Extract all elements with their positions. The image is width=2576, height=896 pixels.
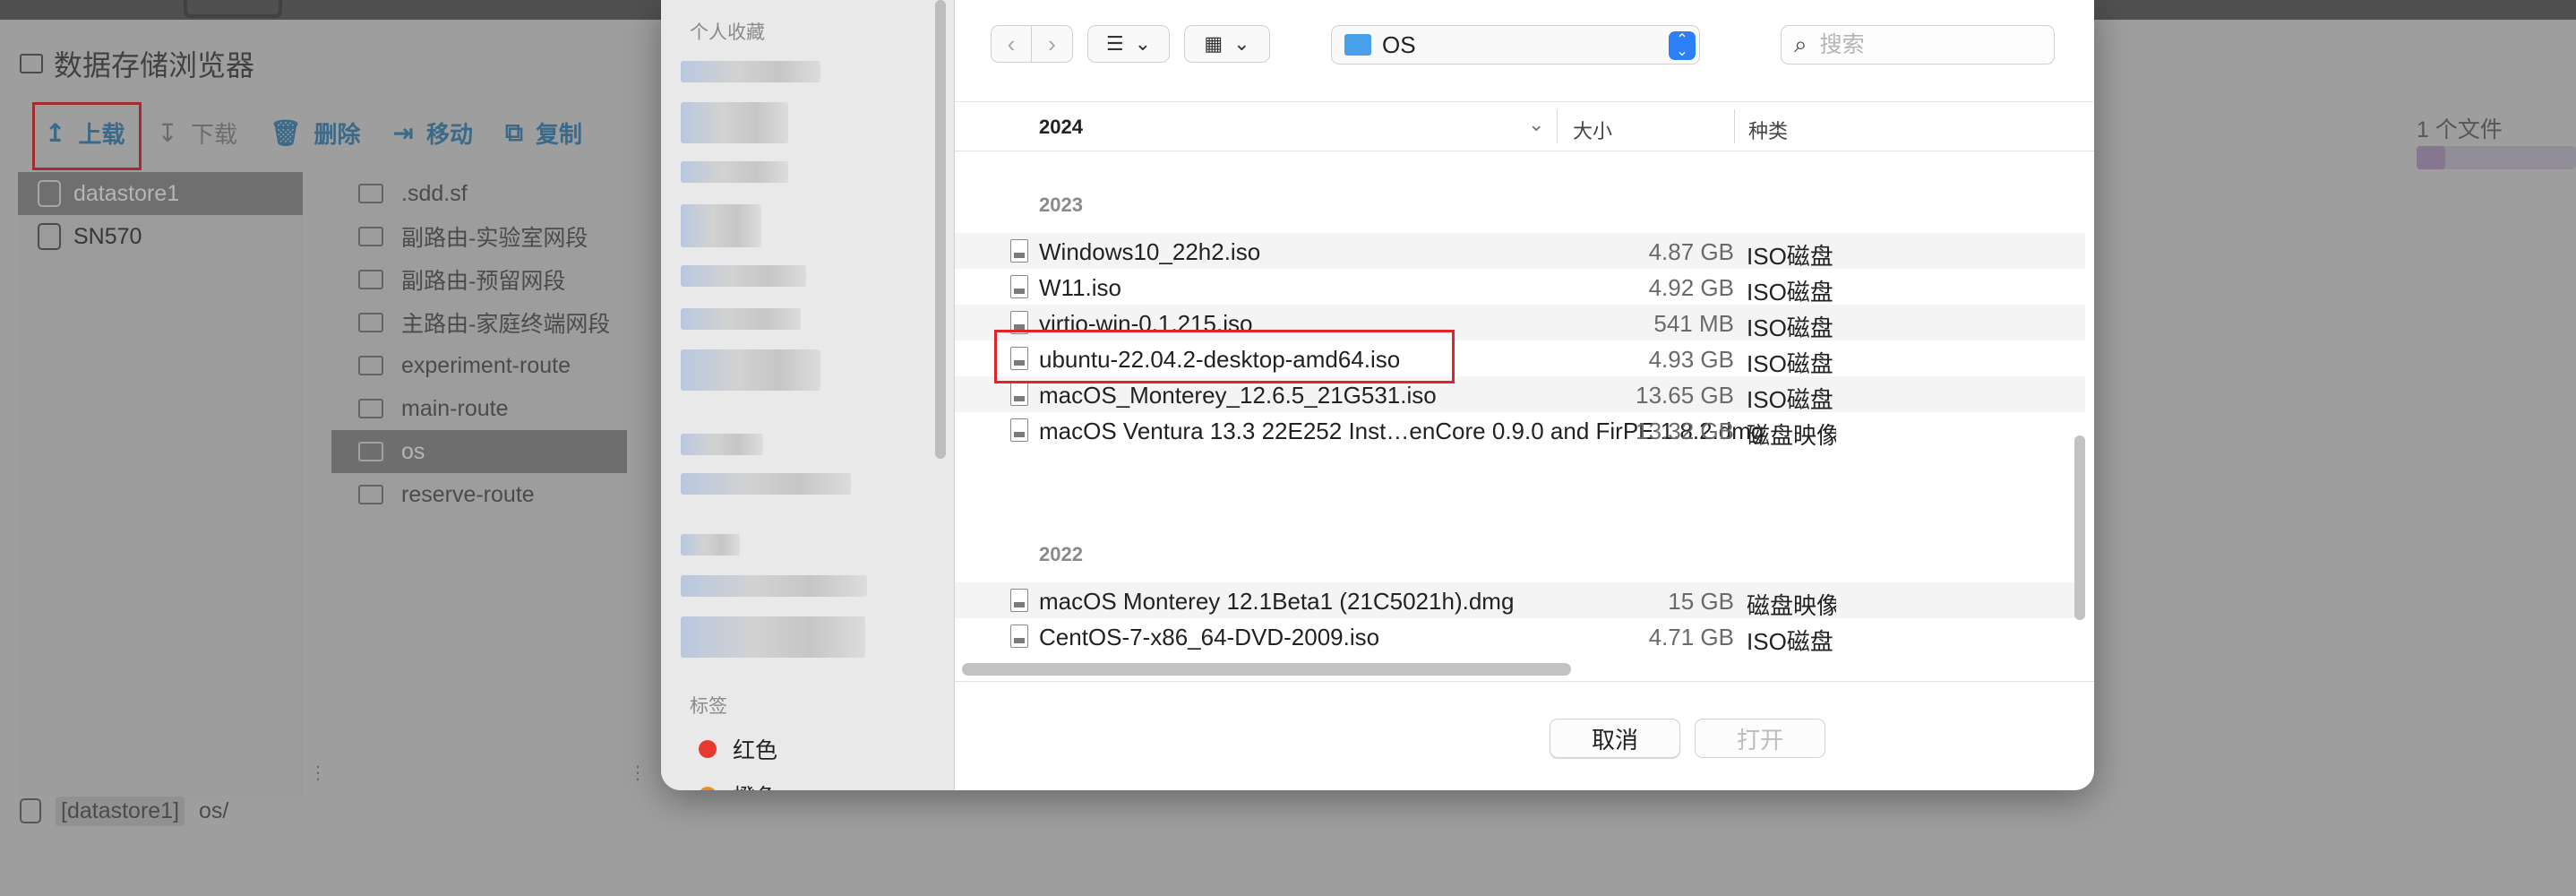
- location-popup[interactable]: OS ⌃ ⌄: [1331, 25, 1700, 65]
- search-input[interactable]: [1819, 31, 2017, 58]
- document-icon: [1010, 418, 1028, 442]
- file-kind: ISO磁盘: [1747, 386, 1833, 413]
- sidebar-item-blurred[interactable]: [681, 265, 806, 287]
- chevron-left-icon: ‹: [1007, 30, 1016, 57]
- file-row[interactable]: W11.iso 4.92 GB ISO磁盘: [955, 269, 2085, 306]
- document-icon: [1010, 625, 1028, 648]
- file-size: 4.87 GB: [1648, 238, 1734, 265]
- forward-button[interactable]: ›: [1032, 25, 1073, 63]
- navigation-buttons: ‹ ›: [991, 25, 1073, 63]
- column-size-header[interactable]: 大小: [1573, 116, 1612, 144]
- grid-icon: ▦: [1204, 32, 1224, 55]
- file-size: 13.32 GB: [1636, 418, 1734, 444]
- file-row[interactable]: CentOS-7-x86_64-DVD-2009.iso 4.71 GB ISO磁盘: [955, 618, 2085, 655]
- document-icon: [1010, 589, 1028, 612]
- file-kind: 磁盘映像: [1747, 592, 1836, 619]
- tags-header: 标签: [690, 696, 727, 717]
- back-button[interactable]: ‹: [991, 25, 1032, 63]
- tag-label: 红色: [733, 738, 778, 763]
- file-name: macOS Monterey 12.1Beta1 (21C5021h).dmg: [1039, 588, 1515, 615]
- sidebar-scrollbar[interactable]: [935, 0, 946, 459]
- sidebar-item-blurred[interactable]: [681, 61, 820, 82]
- horizontal-scrollbar[interactable]: [962, 663, 1571, 676]
- sidebar-item-blurred[interactable]: [681, 534, 740, 556]
- column-divider[interactable]: [1557, 109, 1558, 143]
- tag-label: 橙色: [733, 780, 777, 790]
- sidebar-item-blurred[interactable]: [681, 161, 788, 183]
- dialog-footer: 取消 打开: [955, 681, 2094, 790]
- file-row[interactable]: macOS Monterey 12.1Beta1 (21C5021h).dmg 1…: [955, 582, 2085, 619]
- tag-color-dot: [699, 740, 717, 758]
- up-down-chevron-icon: ⌃ ⌄: [1669, 31, 1696, 60]
- sidebar-item-blurred[interactable]: [681, 575, 867, 597]
- location-label: OS: [1382, 30, 1416, 58]
- cancel-button[interactable]: 取消: [1550, 719, 1680, 758]
- file-size: 541 MB: [1653, 310, 1734, 337]
- list-icon: ☰: [1105, 32, 1124, 55]
- sidebar-item-blurred[interactable]: [681, 204, 761, 247]
- column-header: 2024 ⌄ 大小 种类: [955, 101, 2094, 151]
- search-field[interactable]: ⌕: [1781, 25, 2055, 65]
- open-button[interactable]: 打开: [1695, 719, 1825, 758]
- file-kind: ISO磁盘: [1747, 350, 1833, 377]
- column-name-header[interactable]: 2024: [1039, 116, 1083, 139]
- file-kind: ISO磁盘: [1747, 314, 1833, 341]
- document-icon: [1010, 239, 1028, 263]
- column-kind-header[interactable]: 种类: [1748, 116, 1788, 144]
- dialog-main: ‹ › ☰⌄ ▦⌄ OS ⌃⌄ ⌕ 2024 ⌄ 大小 种类 2023Windo…: [955, 0, 2094, 790]
- file-kind: ISO磁盘: [1747, 279, 1833, 306]
- sidebar-item-blurred[interactable]: [681, 308, 801, 330]
- document-icon: [1010, 275, 1028, 298]
- file-name: W11.iso: [1039, 274, 1121, 301]
- group-header: 2023: [1039, 194, 1083, 216]
- favorites-header: 个人收藏: [690, 22, 765, 43]
- tag-color-dot: [699, 787, 717, 790]
- file-row[interactable]: macOS Ventura 13.3 22E252 Inst…enCore 0.…: [955, 412, 2085, 449]
- group-header: 2022: [1039, 543, 1083, 565]
- file-size: 4.93 GB: [1648, 346, 1734, 373]
- file-name: macOS_Monterey_12.6.5_21G531.iso: [1039, 382, 1437, 409]
- sidebar-item-blurred[interactable]: [681, 434, 763, 455]
- file-row[interactable]: Windows10_22h2.iso 4.87 GB ISO磁盘: [955, 233, 2085, 270]
- sidebar-item-blurred[interactable]: [681, 349, 820, 391]
- file-kind: 磁盘映像: [1747, 422, 1836, 449]
- folder-icon: [1344, 34, 1371, 56]
- search-icon: ⌕: [1794, 30, 1807, 57]
- sidebar-item-blurred[interactable]: [681, 473, 851, 495]
- sidebar-item-blurred[interactable]: [681, 616, 865, 658]
- file-open-dialog: 个人收藏 标签 红色橙色 ‹ › ☰⌄ ▦⌄ OS ⌃⌄: [661, 0, 2094, 790]
- vertical-scrollbar[interactable]: [2074, 435, 2085, 620]
- file-size: 4.92 GB: [1648, 274, 1734, 301]
- tag-item[interactable]: 橙色: [699, 780, 777, 790]
- sidebar-item-blurred[interactable]: [681, 102, 788, 143]
- chevron-down-icon: ⌄: [1134, 32, 1152, 55]
- file-size: 13.65 GB: [1636, 382, 1734, 409]
- chevron-down-icon[interactable]: ⌄: [1528, 113, 1544, 136]
- file-size: 15 GB: [1668, 588, 1734, 615]
- file-name: Windows10_22h2.iso: [1039, 238, 1261, 265]
- group-view-button[interactable]: ▦ ⌄: [1184, 25, 1270, 63]
- file-size: 4.71 GB: [1648, 624, 1734, 650]
- file-kind: ISO磁盘: [1747, 243, 1833, 270]
- file-list: 2023 Windows10_22h2.iso 4.87 GB ISO磁盘 W11.is…: [955, 152, 2085, 659]
- column-divider[interactable]: [1734, 109, 1735, 143]
- document-icon: [1010, 383, 1028, 406]
- file-name: CentOS-7-x86_64-DVD-2009.iso: [1039, 624, 1380, 650]
- list-view-button[interactable]: ☰ ⌄: [1087, 25, 1170, 63]
- file-kind: ISO磁盘: [1747, 628, 1833, 655]
- dialog-sidebar: 个人收藏 标签 红色橙色: [661, 0, 955, 790]
- chevron-down-icon: ⌄: [1233, 32, 1250, 55]
- chevron-right-icon: ›: [1048, 30, 1056, 57]
- tag-item[interactable]: 红色: [699, 733, 777, 765]
- selection-highlight-box: [994, 330, 1455, 383]
